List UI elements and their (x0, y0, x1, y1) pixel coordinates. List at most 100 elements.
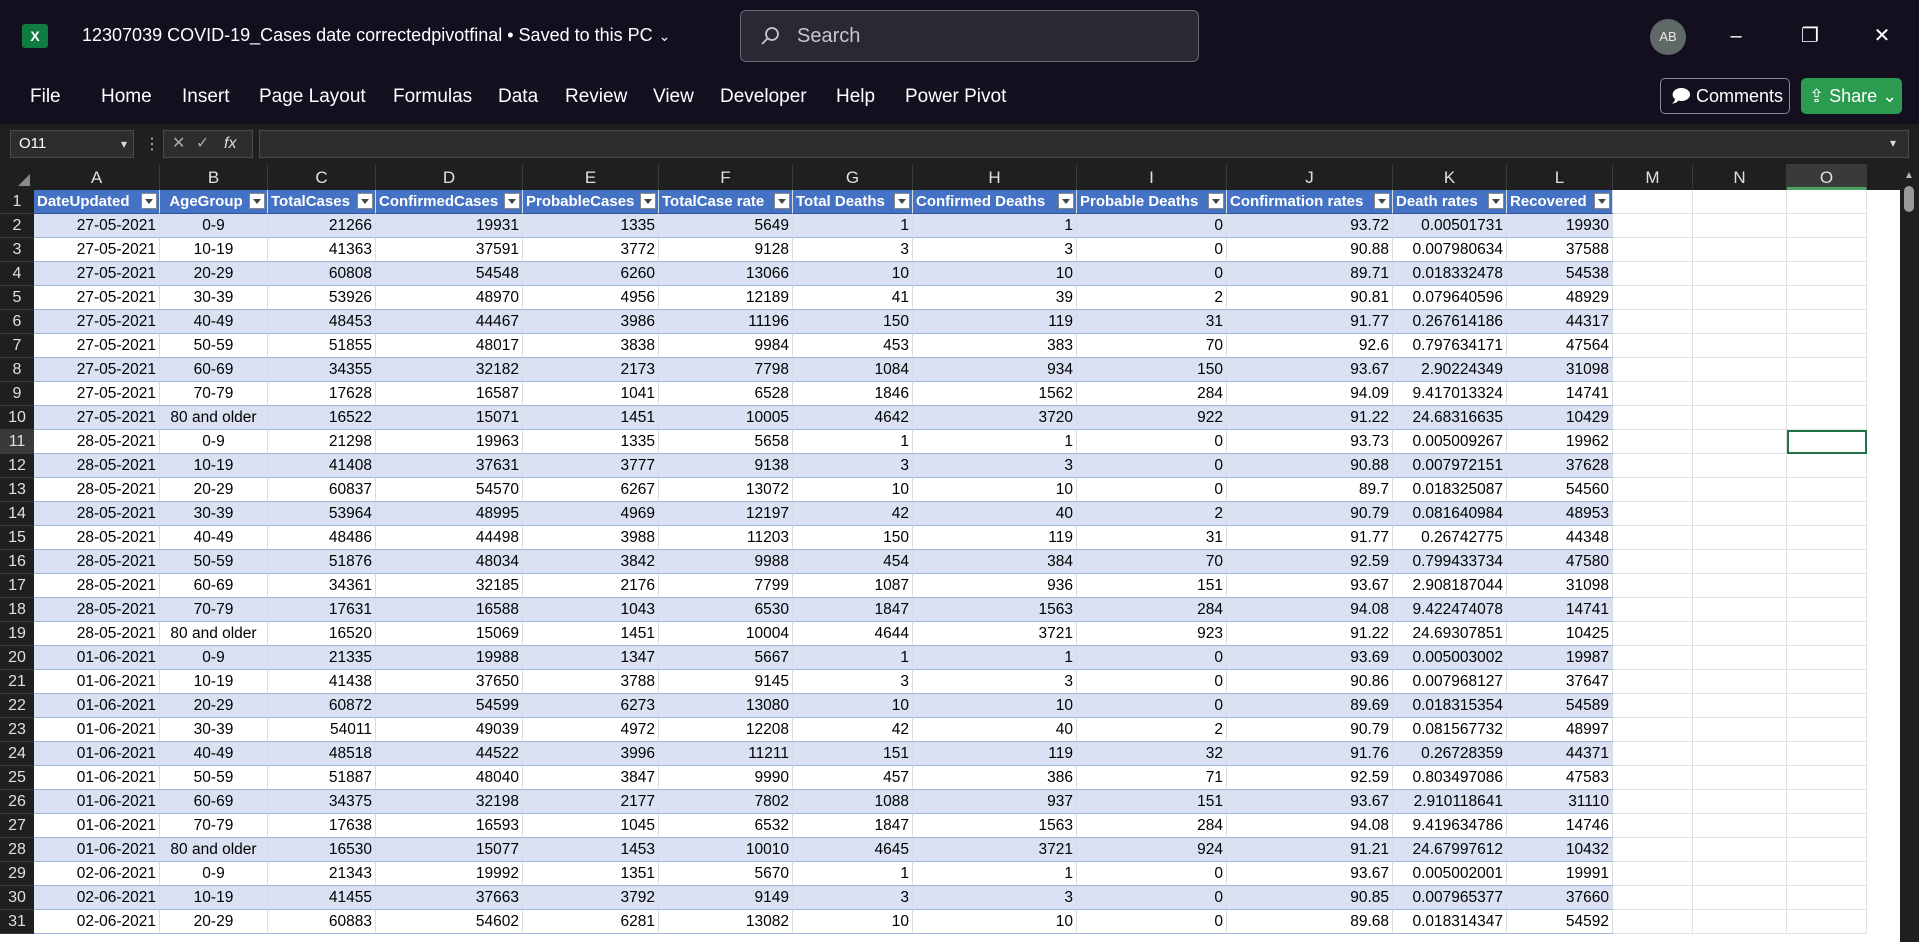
row-header[interactable]: 27 (0, 814, 34, 838)
table-cell[interactable]: 37660 (1507, 886, 1613, 910)
empty-cell[interactable] (1787, 214, 1867, 238)
row-header[interactable]: 30 (0, 886, 34, 910)
table-cell[interactable]: 3988 (523, 526, 659, 550)
table-cell[interactable]: 17628 (268, 382, 376, 406)
table-cell[interactable]: 119 (913, 742, 1077, 766)
table-cell[interactable]: 1847 (793, 814, 913, 838)
table-header-cell[interactable]: DateUpdated (34, 190, 160, 214)
empty-cell[interactable] (1613, 454, 1693, 478)
table-cell[interactable]: 48486 (268, 526, 376, 550)
table-cell[interactable]: 15069 (376, 622, 523, 646)
table-cell[interactable]: 6267 (523, 478, 659, 502)
table-cell[interactable]: 16522 (268, 406, 376, 430)
table-cell[interactable]: 1 (793, 862, 913, 886)
table-cell[interactable]: 93.72 (1227, 214, 1393, 238)
empty-cell[interactable] (1787, 382, 1867, 406)
table-cell[interactable]: 51887 (268, 766, 376, 790)
table-cell[interactable]: 6528 (659, 382, 793, 406)
table-cell[interactable]: 54011 (268, 718, 376, 742)
table-header-cell[interactable]: ProbableCases (523, 190, 659, 214)
table-cell[interactable]: 31 (1077, 526, 1227, 550)
table-cell[interactable]: 6260 (523, 262, 659, 286)
row-header[interactable]: 12 (0, 454, 34, 478)
table-cell[interactable]: 50-59 (160, 334, 268, 358)
filter-dropdown-icon[interactable] (1594, 193, 1610, 209)
table-cell[interactable]: 924 (1077, 838, 1227, 862)
table-cell[interactable]: 0.079640596 (1393, 286, 1507, 310)
active-cell-highlight[interactable] (1787, 430, 1867, 454)
empty-cell[interactable] (1787, 262, 1867, 286)
table-cell[interactable]: 34361 (268, 574, 376, 598)
empty-cell[interactable] (1787, 286, 1867, 310)
row-header[interactable]: 23 (0, 718, 34, 742)
insert-function-button[interactable]: fx (224, 131, 236, 157)
table-cell[interactable]: 5667 (659, 646, 793, 670)
table-cell[interactable]: 19987 (1507, 646, 1613, 670)
table-cell[interactable]: 3 (793, 886, 913, 910)
select-all-button[interactable] (0, 164, 34, 190)
empty-cell[interactable] (1693, 670, 1787, 694)
table-cell[interactable]: 0.007980634 (1393, 238, 1507, 262)
table-cell[interactable]: 1 (793, 430, 913, 454)
table-cell[interactable]: 10 (913, 910, 1077, 934)
table-cell[interactable]: 27-05-2021 (34, 286, 160, 310)
table-cell[interactable]: 27-05-2021 (34, 262, 160, 286)
table-cell[interactable]: 37631 (376, 454, 523, 478)
table-cell[interactable]: 17631 (268, 598, 376, 622)
empty-cell[interactable] (1787, 238, 1867, 262)
empty-cell[interactable] (1693, 550, 1787, 574)
table-cell[interactable]: 0.005002001 (1393, 862, 1507, 886)
table-cell[interactable]: 1043 (523, 598, 659, 622)
table-cell[interactable]: 41 (793, 286, 913, 310)
table-cell[interactable]: 4644 (793, 622, 913, 646)
empty-cell[interactable] (1613, 262, 1693, 286)
table-cell[interactable]: 0.799433734 (1393, 550, 1507, 574)
tab-help[interactable]: Help (836, 86, 875, 108)
table-cell[interactable]: 0.018332478 (1393, 262, 1507, 286)
table-cell[interactable]: 21335 (268, 646, 376, 670)
table-cell[interactable]: 0.26742775 (1393, 526, 1507, 550)
table-cell[interactable]: 1451 (523, 406, 659, 430)
empty-cell[interactable] (1693, 910, 1787, 934)
empty-cell[interactable] (1613, 406, 1693, 430)
table-cell[interactable]: 12189 (659, 286, 793, 310)
table-cell[interactable]: 9990 (659, 766, 793, 790)
empty-cell[interactable] (1693, 286, 1787, 310)
table-cell[interactable]: 93.67 (1227, 358, 1393, 382)
table-cell[interactable]: 3 (793, 454, 913, 478)
scrollbar-thumb[interactable] (1904, 186, 1914, 212)
table-cell[interactable]: 0.018325087 (1393, 478, 1507, 502)
column-header-o[interactable]: O (1787, 164, 1867, 190)
row-header[interactable]: 8 (0, 358, 34, 382)
table-cell[interactable]: 3772 (523, 238, 659, 262)
restore-icon[interactable]: ❐ (1794, 20, 1826, 52)
table-cell[interactable]: 937 (913, 790, 1077, 814)
table-cell[interactable]: 11196 (659, 310, 793, 334)
table-cell[interactable]: 2.910118641 (1393, 790, 1507, 814)
table-cell[interactable]: 70 (1077, 550, 1227, 574)
table-cell[interactable]: 24.67997612 (1393, 838, 1507, 862)
table-cell[interactable]: 16530 (268, 838, 376, 862)
excel-icon[interactable]: X (22, 24, 48, 48)
table-cell[interactable]: 31 (1077, 310, 1227, 334)
table-cell[interactable]: 3777 (523, 454, 659, 478)
table-cell[interactable]: 3721 (913, 838, 1077, 862)
empty-cell[interactable] (1693, 598, 1787, 622)
table-cell[interactable]: 14741 (1507, 598, 1613, 622)
table-cell[interactable]: 384 (913, 550, 1077, 574)
column-header-f[interactable]: F (659, 164, 793, 190)
table-cell[interactable]: 10005 (659, 406, 793, 430)
column-header-n[interactable]: N (1693, 164, 1787, 190)
table-cell[interactable]: 01-06-2021 (34, 694, 160, 718)
table-cell[interactable]: 27-05-2021 (34, 382, 160, 406)
table-cell[interactable]: 31098 (1507, 358, 1613, 382)
worksheet-grid[interactable]: ABCDEFGHIJKLMNO 1 2 3 4 5 6 7 8 9 10 11 12 13 14 15 16 1… (0, 164, 1919, 942)
more-options-icon[interactable]: ⋮ (144, 134, 160, 154)
table-cell[interactable]: 40-49 (160, 310, 268, 334)
table-cell[interactable]: 0 (1077, 910, 1227, 934)
table-cell[interactable]: 7798 (659, 358, 793, 382)
table-cell[interactable]: 0-9 (160, 862, 268, 886)
empty-cell[interactable] (1693, 646, 1787, 670)
table-cell[interactable]: 934 (913, 358, 1077, 382)
table-cell[interactable]: 48518 (268, 742, 376, 766)
